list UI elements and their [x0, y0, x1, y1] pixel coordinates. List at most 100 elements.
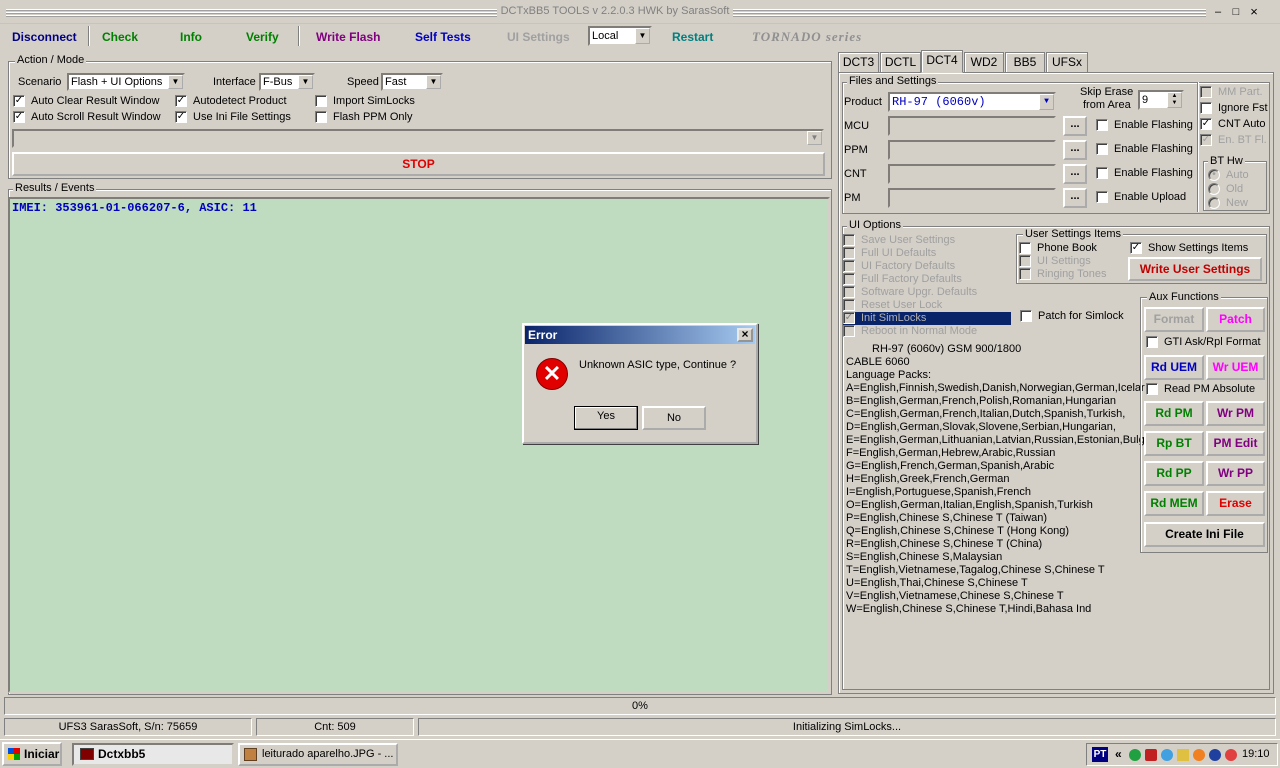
ringing-tones-checkbox[interactable]: Ringing Tones	[1019, 268, 1107, 281]
series-label: TORNADO series	[752, 29, 863, 44]
mm-part-checkbox[interactable]: MM Part.	[1200, 86, 1263, 99]
network-icon[interactable]	[1129, 749, 1141, 761]
tab-ufsx[interactable]: UFSx	[1046, 52, 1088, 72]
en-bt-fl-checkbox[interactable]: ✓ En. BT Fl.	[1200, 134, 1267, 147]
full-factory-defaults-checkbox[interactable]: Full Factory Defaults	[843, 273, 962, 286]
software-upgr-defaults-checkbox[interactable]: Software Upgr. Defaults	[843, 286, 977, 299]
info-line: H=English,Greek,French,German	[846, 473, 1010, 485]
rp-bt-button[interactable]: Rp BT	[1144, 431, 1204, 456]
wr-uem-button[interactable]: Wr UEM	[1206, 355, 1265, 380]
autodetect-product-checkbox[interactable]: ✓ Autodetect Product	[175, 95, 287, 108]
cnt-auto-checkbox[interactable]: ✓ CNT Auto	[1200, 118, 1266, 131]
create-ini-file-button[interactable]: Create Ini File	[1144, 522, 1265, 547]
interface-select[interactable]: F-Bus ▼	[259, 73, 315, 91]
info-button[interactable]: Info	[180, 27, 202, 47]
pm-upload-checkbox[interactable]: Enable Upload	[1096, 191, 1186, 204]
tab-dctl[interactable]: DCTL	[880, 52, 921, 72]
wr-pp-button[interactable]: Wr PP	[1206, 461, 1265, 486]
maximize-button[interactable]: □	[1228, 5, 1244, 19]
rd-uem-button[interactable]: Rd UEM	[1144, 355, 1204, 380]
import-simlocks-checkbox[interactable]: Import SimLocks	[315, 95, 415, 108]
check-button[interactable]: Check	[102, 27, 138, 47]
mute-icon[interactable]	[1225, 749, 1237, 761]
auto-clear-checkbox[interactable]: ✓ Auto Clear Result Window	[13, 95, 159, 108]
wr-pm-button[interactable]: Wr PM	[1206, 401, 1265, 426]
gti-ask-checkbox[interactable]: GTI Ask/Rpl Format	[1146, 336, 1261, 349]
write-flash-button[interactable]: Write Flash	[316, 27, 380, 47]
update-icon[interactable]	[1209, 749, 1221, 761]
minimize-button[interactable]: –	[1210, 5, 1226, 19]
cnt-browse-button[interactable]: ...	[1063, 164, 1087, 184]
no-button[interactable]: No	[642, 406, 706, 430]
restart-button[interactable]: Restart	[672, 27, 713, 47]
product-select[interactable]: RH-97 (6060v) ▼	[888, 92, 1056, 112]
mode-select[interactable]: Local ▼	[588, 26, 652, 46]
task-dctxbb5[interactable]: Dctxbb5	[72, 743, 234, 766]
rd-pm-button[interactable]: Rd PM	[1144, 401, 1204, 426]
rd-pp-button[interactable]: Rd PP	[1144, 461, 1204, 486]
patch-for-simlock-checkbox[interactable]: Patch for Simlock	[1020, 310, 1124, 323]
rd-mem-button[interactable]: Rd MEM	[1144, 491, 1204, 516]
language-indicator[interactable]: PT	[1092, 747, 1108, 762]
cnt-enable-checkbox[interactable]: Enable Flashing	[1096, 167, 1193, 180]
format-button[interactable]: Format	[1144, 307, 1204, 332]
ui-factory-defaults-checkbox[interactable]: UI Factory Defaults	[843, 260, 955, 273]
use-ini-file-checkbox[interactable]: ✓ Use Ini File Settings	[175, 111, 291, 124]
tab-dct3[interactable]: DCT3	[838, 52, 879, 72]
save-user-settings-checkbox[interactable]: Save User Settings	[843, 234, 955, 247]
patch-button[interactable]: Patch	[1206, 307, 1265, 332]
phone-book-checkbox[interactable]: Phone Book	[1019, 242, 1097, 255]
flash-ppm-only-checkbox[interactable]: Flash PPM Only	[315, 111, 412, 124]
results-window[interactable]: IMEI: 353961-01-066207-6, ASIC: 11	[8, 197, 830, 693]
tray-expand-button[interactable]: «	[1115, 747, 1122, 761]
ui-settings-button[interactable]: UI Settings	[507, 27, 570, 47]
verify-button[interactable]: Verify	[246, 27, 279, 47]
task-image-viewer[interactable]: leiturado aparelho.JPG - ...	[238, 743, 398, 766]
mcu-enable-checkbox[interactable]: Enable Flashing	[1096, 119, 1193, 132]
tab-dct4[interactable]: DCT4	[921, 50, 963, 73]
info-line: A=English,Finnish,Swedish,Danish,Norwegi…	[846, 382, 1145, 394]
chevron-down-icon: ▼	[1039, 94, 1054, 110]
yes-button[interactable]: Yes	[574, 406, 638, 430]
ppm-browse-button[interactable]: ...	[1063, 140, 1087, 160]
mcu-browse-button[interactable]: ...	[1063, 116, 1087, 136]
pm-file-field[interactable]	[888, 188, 1056, 208]
self-tests-button[interactable]: Self Tests	[415, 27, 471, 47]
write-user-settings-button[interactable]: Write User Settings	[1128, 257, 1262, 281]
media-icon[interactable]	[1193, 749, 1205, 761]
bt-hw-new-radio[interactable]: New	[1208, 197, 1248, 210]
erase-button[interactable]: Erase	[1206, 491, 1265, 516]
full-ui-defaults-checkbox[interactable]: Full UI Defaults	[843, 247, 936, 260]
pm-browse-button[interactable]: ...	[1063, 188, 1087, 208]
reset-user-lock-checkbox[interactable]: Reset User Lock	[843, 299, 942, 312]
reboot-normal-mode-checkbox[interactable]: Reboot in Normal Mode	[843, 325, 977, 338]
extra-select[interactable]: ▼	[12, 129, 824, 148]
tray-app-icon[interactable]	[1161, 749, 1173, 761]
ppm-enable-checkbox[interactable]: Enable Flashing	[1096, 143, 1193, 156]
auto-scroll-checkbox[interactable]: ✓ Auto Scroll Result Window	[13, 111, 161, 124]
read-pm-absolute-checkbox[interactable]: Read PM Absolute	[1146, 383, 1255, 396]
ppm-file-field[interactable]	[888, 140, 1056, 160]
pm-edit-button[interactable]: PM Edit	[1206, 431, 1265, 456]
dialog-close-button[interactable]: ×	[737, 328, 753, 342]
tab-wd2[interactable]: WD2	[964, 52, 1004, 72]
skip-erase-stepper[interactable]: 9 ▲ ▼	[1138, 90, 1184, 110]
stop-button[interactable]: STOP	[12, 152, 825, 176]
cnt-file-field[interactable]	[888, 164, 1056, 184]
close-window-button[interactable]: ×	[1246, 5, 1262, 19]
mcu-file-field[interactable]	[888, 116, 1056, 136]
ignore-fst-checkbox[interactable]: Ignore Fst	[1200, 102, 1268, 115]
speed-select[interactable]: Fast ▼	[381, 73, 443, 91]
disconnect-button[interactable]: Disconnect	[12, 27, 77, 47]
ui-settings-checkbox[interactable]: UI Settings	[1019, 255, 1091, 268]
bt-hw-old-radio[interactable]: Old	[1208, 183, 1243, 196]
tab-bb5[interactable]: BB5	[1005, 52, 1045, 72]
show-settings-items-checkbox[interactable]: ✓ Show Settings Items	[1130, 242, 1248, 255]
bt-hw-auto-radio[interactable]: • Auto	[1208, 169, 1249, 182]
shield-icon[interactable]	[1145, 749, 1157, 761]
folder-icon[interactable]	[1177, 749, 1189, 761]
dialog-title-bar: Error ×	[525, 326, 755, 344]
start-button[interactable]: Iniciar	[2, 742, 62, 766]
init-simlocks-checkbox[interactable]: ✓ Init SimLocks	[843, 312, 1011, 325]
scenario-select[interactable]: Flash + UI Options ▼	[67, 73, 185, 91]
